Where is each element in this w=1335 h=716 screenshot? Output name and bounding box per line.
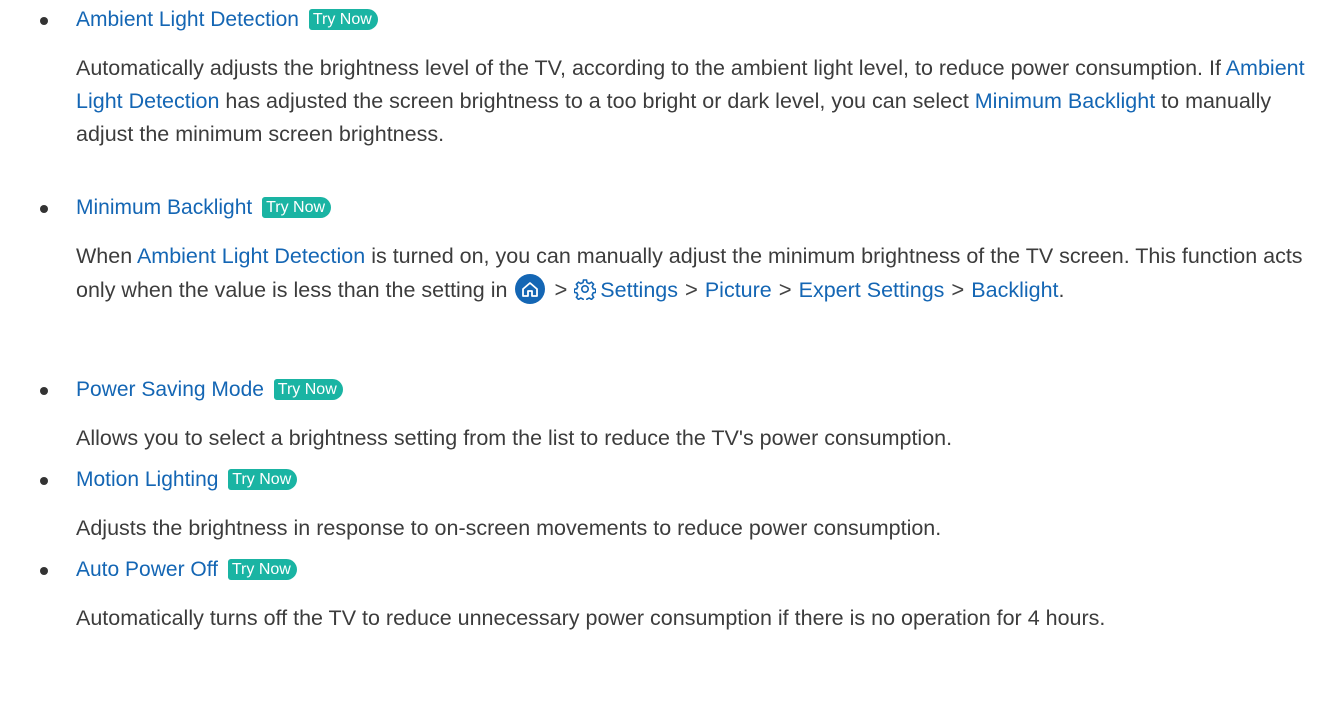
bullet: [40, 205, 48, 213]
item-heading: Minimum Backlight Try Now: [76, 194, 332, 222]
item-heading: Auto Power Off Try Now: [76, 556, 297, 584]
item-heading-link[interactable]: Ambient Light Detection: [76, 8, 299, 31]
item-heading-link[interactable]: Motion Lighting: [76, 468, 218, 491]
chevron-right-icon: >: [554, 277, 568, 302]
settings-path-item[interactable]: Settings: [573, 278, 678, 303]
description-text: Automatically adjusts the brightness lev…: [76, 56, 1226, 80]
chevron-right-icon: >: [684, 277, 698, 302]
item-heading: Motion Lighting Try Now: [76, 466, 298, 494]
item-heading-link[interactable]: Auto Power Off: [76, 558, 218, 581]
settings-link[interactable]: Settings: [600, 278, 678, 302]
item-heading: Power Saving Mode Try Now: [76, 376, 343, 404]
gear-icon: [573, 277, 597, 310]
bullet: [40, 477, 48, 485]
picture-link[interactable]: Picture: [705, 278, 772, 302]
minimum-backlight-link[interactable]: Minimum Backlight: [975, 89, 1155, 113]
item-heading-link[interactable]: Minimum Backlight: [76, 196, 252, 219]
description-text: .: [1058, 278, 1065, 302]
item-description: When Ambient Light Detection is turned o…: [76, 240, 1331, 310]
item-description: Adjusts the brightness in response to on…: [76, 516, 942, 540]
description-text: When: [76, 244, 137, 268]
bullet: [40, 387, 48, 395]
item-description: Automatically adjusts the brightness lev…: [76, 52, 1331, 151]
try-now-button[interactable]: Try Now: [308, 9, 378, 30]
home-icon: [515, 274, 546, 304]
try-now-button[interactable]: Try Now: [262, 197, 332, 218]
item-description: Automatically turns off the TV to reduce…: [76, 606, 1106, 630]
chevron-right-icon: >: [778, 277, 792, 302]
item-heading-link[interactable]: Power Saving Mode: [76, 378, 264, 401]
ambient-light-detection-link[interactable]: Ambient Light Detection: [137, 244, 365, 268]
bullet: [40, 17, 48, 25]
chevron-right-icon: >: [951, 277, 965, 302]
try-now-button[interactable]: Try Now: [227, 559, 297, 580]
try-now-button[interactable]: Try Now: [228, 469, 298, 490]
try-now-button[interactable]: Try Now: [273, 379, 343, 400]
expert-settings-link[interactable]: Expert Settings: [799, 278, 945, 302]
description-text: has adjusted the screen brightness to a …: [219, 89, 975, 113]
backlight-link[interactable]: Backlight: [971, 278, 1058, 302]
bullet: [40, 567, 48, 575]
item-heading: Ambient Light Detection Try Now: [76, 6, 378, 34]
item-description: Allows you to select a brightness settin…: [76, 426, 953, 450]
